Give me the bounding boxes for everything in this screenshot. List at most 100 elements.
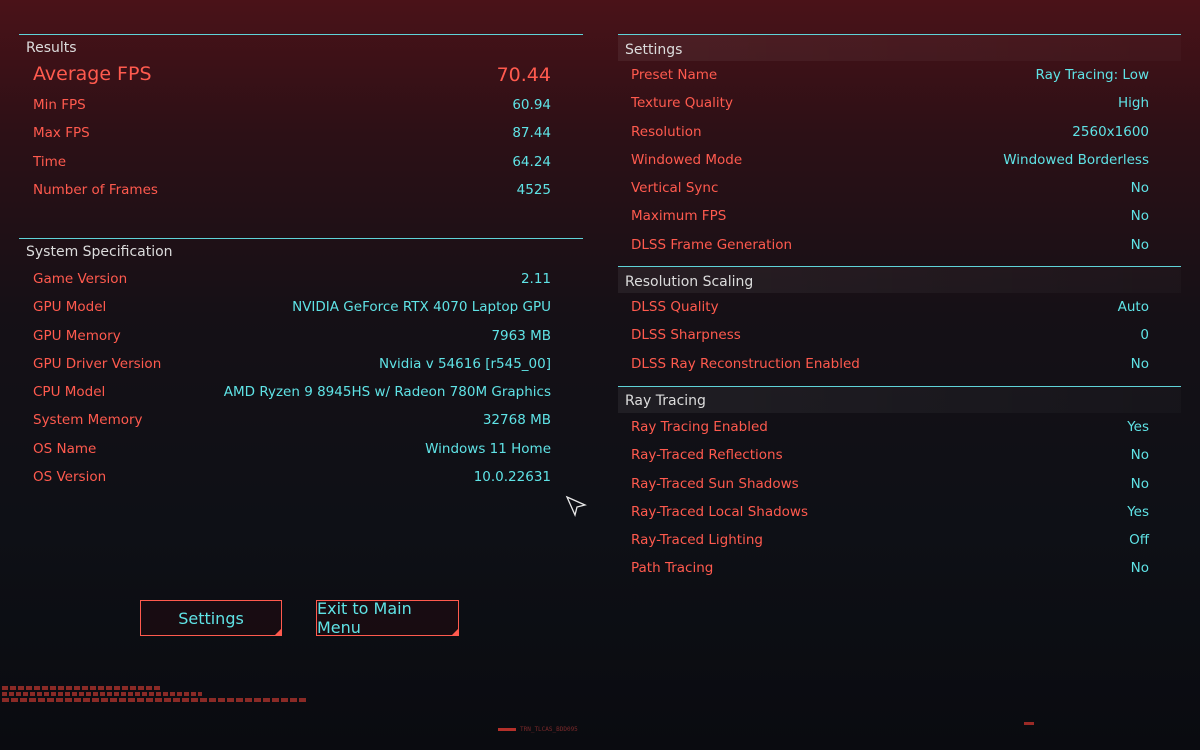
spec-row: GPU Driver Version Nvidia v 54616 [r545_…	[19, 350, 583, 378]
setting-label: Texture Quality	[631, 95, 733, 112]
scaling-rows: DLSS Quality Auto DLSS Sharpness 0 DLSS …	[618, 293, 1181, 378]
results-header: Results	[19, 34, 583, 61]
spec-row: GPU Memory 7963 MB	[19, 322, 583, 350]
ray-tracing-header: Ray Tracing	[618, 386, 1181, 413]
spec-row: GPU Model NVIDIA GeForce RTX 4070 Laptop…	[19, 293, 583, 321]
spec-value: 2.11	[520, 271, 551, 287]
settings-panel: Settings Preset Name Ray Tracing: Low Te…	[618, 34, 1181, 259]
setting-label: DLSS Sharpness	[631, 327, 741, 344]
spec-value: Nvidia v 54616 [r545_00]	[378, 355, 551, 372]
setting-row: DLSS Frame Generation No	[618, 231, 1149, 259]
setting-row: Ray-Traced Local Shadows Yes	[618, 498, 1149, 526]
setting-label: Windowed Mode	[631, 151, 743, 168]
spec-label: CPU Model	[33, 384, 106, 401]
average-fps-value: 70.44	[496, 64, 551, 86]
setting-value: Auto	[1117, 299, 1149, 315]
setting-row: Maximum FPS No	[618, 202, 1149, 230]
system-spec-header: System Specification	[19, 238, 583, 265]
setting-value: 0	[1140, 327, 1149, 344]
settings-header: Settings	[618, 34, 1181, 61]
result-row-frames: Number of Frames 4525	[19, 176, 583, 204]
setting-value: No	[1130, 208, 1149, 225]
settings-title: Settings	[625, 42, 683, 58]
setting-row: Texture Quality High	[618, 89, 1149, 117]
spec-label: GPU Model	[33, 299, 107, 316]
result-row-max-fps: Max FPS 87.44	[19, 119, 583, 147]
result-row-min-fps: Min FPS 60.94	[19, 91, 583, 119]
watermark-bar	[498, 728, 516, 731]
setting-label: DLSS Quality	[631, 299, 719, 315]
corner-mark	[1024, 722, 1034, 725]
setting-row: Preset Name Ray Tracing: Low	[618, 61, 1149, 89]
setting-row: Ray Tracing Enabled Yes	[618, 413, 1149, 441]
frames-label: Number of Frames	[33, 181, 158, 198]
setting-label: Resolution	[631, 123, 702, 140]
spec-row: System Memory 32768 MB	[19, 406, 583, 434]
setting-label: DLSS Ray Reconstruction Enabled	[631, 355, 860, 372]
setting-label: Ray-Traced Lighting	[631, 532, 763, 549]
spec-value: 10.0.22631	[473, 469, 551, 486]
spec-value: Windows 11 Home	[425, 440, 551, 457]
setting-value: No	[1130, 560, 1149, 577]
system-spec-panel: System Specification Game Version 2.11 G…	[19, 238, 583, 491]
spec-label: OS Version	[33, 469, 107, 486]
setting-label: Ray-Traced Reflections	[631, 447, 783, 464]
resolution-scaling-panel: Resolution Scaling DLSS Quality Auto DLS…	[618, 266, 1181, 378]
setting-value: No	[1130, 236, 1149, 253]
setting-row: Vertical Sync No	[618, 174, 1149, 202]
exit-to-main-menu-button[interactable]: Exit to Main Menu	[316, 599, 459, 637]
setting-value: Off	[1129, 532, 1149, 549]
setting-label: Ray-Traced Local Shadows	[631, 503, 808, 520]
result-row-time: Time 64.24	[19, 148, 583, 176]
results-title: Results	[26, 40, 77, 56]
setting-value: High	[1117, 95, 1149, 112]
max-fps-label: Max FPS	[33, 125, 90, 142]
spec-label: GPU Memory	[33, 327, 121, 344]
time-value: 64.24	[512, 153, 551, 170]
setting-value: No	[1130, 180, 1149, 197]
arrow-cursor-icon	[565, 495, 587, 521]
spec-label: GPU Driver Version	[33, 355, 162, 372]
setting-value: 2560x1600	[1072, 123, 1149, 140]
result-row-average-fps: Average FPS 70.44	[19, 61, 583, 91]
setting-value: No	[1130, 475, 1149, 492]
setting-value: No	[1130, 447, 1149, 464]
setting-value: No	[1130, 355, 1149, 372]
setting-row: Ray-Traced Lighting Off	[618, 526, 1149, 554]
settings-rows: Preset Name Ray Tracing: Low Texture Qua…	[618, 61, 1181, 259]
spec-label: Game Version	[33, 271, 128, 287]
system-spec-title: System Specification	[26, 244, 173, 260]
setting-value: Yes	[1127, 419, 1149, 435]
spec-value: 7963 MB	[491, 327, 551, 344]
setting-row: DLSS Ray Reconstruction Enabled No	[618, 350, 1149, 378]
average-fps-label: Average FPS	[33, 63, 152, 85]
setting-label: Vertical Sync	[631, 180, 719, 197]
legal-fine-print	[2, 686, 322, 702]
setting-value: Windowed Borderless	[1003, 151, 1149, 168]
build-watermark: TRN_TLCAS_BDD095	[498, 726, 578, 733]
setting-row: DLSS Quality Auto	[618, 293, 1149, 321]
spec-value: NVIDIA GeForce RTX 4070 Laptop GPU	[292, 299, 551, 316]
time-label: Time	[33, 153, 67, 170]
resolution-scaling-title: Resolution Scaling	[625, 274, 754, 290]
setting-row: Ray-Traced Sun Shadows No	[618, 470, 1149, 498]
setting-label: Preset Name	[631, 67, 718, 83]
setting-row: Windowed Mode Windowed Borderless	[618, 146, 1149, 174]
frames-value: 4525	[516, 181, 551, 198]
setting-row: Path Tracing No	[618, 554, 1149, 582]
min-fps-value: 60.94	[512, 97, 551, 113]
setting-value: Yes	[1127, 503, 1149, 520]
spec-value: 32768 MB	[482, 412, 551, 429]
setting-label: Ray Tracing Enabled	[631, 419, 768, 435]
max-fps-value: 87.44	[512, 125, 551, 142]
results-panel: Results Average FPS 70.44 Min FPS 60.94 …	[19, 34, 583, 204]
spec-row: OS Version 10.0.22631	[19, 463, 583, 491]
setting-label: Maximum FPS	[631, 208, 727, 225]
spec-value: AMD Ryzen 9 8945HS w/ Radeon 780M Graphi…	[223, 384, 551, 401]
spec-row: Game Version 2.11	[19, 265, 583, 293]
settings-button[interactable]: Settings	[140, 600, 282, 636]
resolution-scaling-header: Resolution Scaling	[618, 266, 1181, 293]
ray-tracing-rows: Ray Tracing Enabled Yes Ray-Traced Refle…	[618, 413, 1181, 583]
settings-button-label: Settings	[178, 608, 244, 628]
setting-label: Ray-Traced Sun Shadows	[631, 475, 799, 492]
